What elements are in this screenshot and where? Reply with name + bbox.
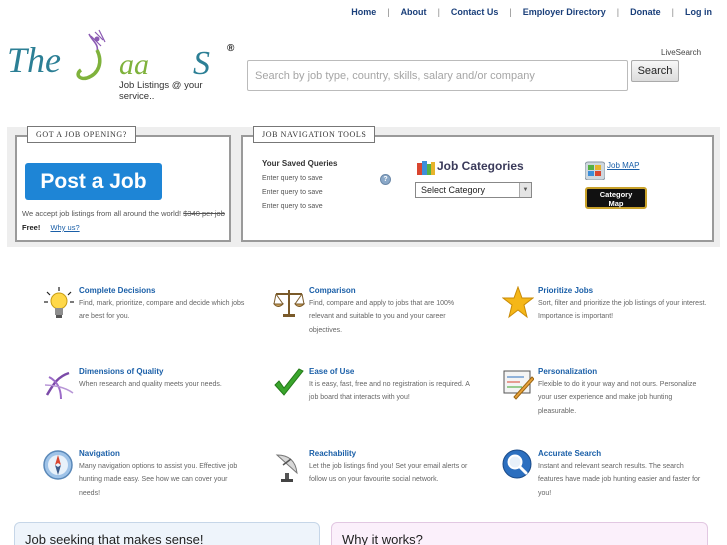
feature-description: Instant and relevant search results. The… [538, 463, 701, 497]
livesearch-label: LiveSearch [661, 48, 702, 57]
post-job-note-text: We accept job listings from all around t… [22, 209, 182, 218]
feature-description: Find, mark, prioritize, compare and deci… [79, 300, 245, 321]
nav-separator: | [616, 7, 620, 17]
feature-title: Personalization [538, 367, 598, 376]
saved-query-slot[interactable]: Enter query to save [262, 189, 323, 196]
nav-contact-link[interactable]: Contact Us [451, 7, 499, 17]
job-seeking-title: Job seeking that makes sense! [25, 532, 204, 545]
help-icon[interactable]: ? [380, 174, 391, 185]
map-icon[interactable] [585, 160, 605, 180]
feature-description: Flexible to do it your way and not ours.… [538, 381, 697, 415]
category-map-button[interactable]: Category Map [585, 187, 647, 209]
category-select[interactable]: Select Category ▼ [415, 182, 532, 198]
feature-title: Complete Decisions [79, 286, 156, 295]
svg-text:S: S [193, 45, 210, 82]
logo-tagline: Job Listings @ your service.. [119, 80, 203, 102]
nav-separator: | [509, 7, 512, 17]
compass-icon [43, 450, 73, 480]
nav-donate-link[interactable]: Donate [630, 7, 661, 17]
magnifier-icon [502, 449, 532, 479]
post-job-free-label: Free! [22, 223, 41, 232]
feature-title: Prioritize Jobs [538, 286, 594, 295]
nav-employer-directory-link[interactable]: Employer Directory [523, 7, 606, 17]
folders-icon [417, 161, 435, 175]
feature-description: It is easy, fast, free and no registrati… [309, 381, 470, 402]
star-icon [502, 286, 534, 319]
feature-title: Comparison [309, 286, 356, 295]
category-map-button-line2: Map [608, 199, 624, 208]
feature-description: Sort, filter and prioritize the job list… [538, 300, 707, 321]
feature-title: Accurate Search [538, 449, 602, 458]
why-it-works-title: Why it works? [342, 532, 423, 545]
job-navigation-tools-title: JOB NAVIGATION TOOLS [253, 126, 376, 143]
feature-title: Reachability [309, 449, 357, 458]
saved-queries-title: Your Saved Queries [262, 159, 338, 168]
job-categories-title: Job Categories [437, 159, 524, 173]
checkmark-icon [274, 368, 304, 396]
search-button[interactable]: Search [631, 60, 679, 82]
satellite-dish-icon [275, 454, 298, 482]
feature-title: Ease of Use [309, 367, 355, 376]
site-logo[interactable]: The aa S ® Job Listings @ your service.. [7, 28, 239, 102]
svg-text:aa: aa [119, 48, 149, 81]
scales-icon [273, 290, 305, 317]
why-us-link[interactable]: Why us? [50, 223, 79, 232]
nav-home-link[interactable]: Home [351, 7, 376, 17]
feature-title: Navigation [79, 449, 120, 458]
job-map-link[interactable]: Job MAP [607, 161, 639, 170]
nav-separator: | [671, 7, 674, 17]
post-job-note: We accept job listings from all around t… [22, 207, 227, 235]
pencil-board-icon [503, 370, 534, 400]
nav-about-link[interactable]: About [401, 7, 427, 17]
nav-login-link[interactable]: Log in [685, 7, 712, 17]
nav-separator: | [387, 7, 390, 17]
post-a-job-button[interactable]: Post a Job [25, 163, 162, 200]
feature-title: Dimensions of Quality [79, 367, 164, 376]
feature-description: Let the job listings find you! Set your … [309, 463, 468, 484]
feature-description: Many navigation options to assist you. E… [79, 463, 238, 497]
chevron-down-icon: ▼ [519, 183, 531, 197]
job-navigation-tools-panel: JOB NAVIGATION TOOLS Your Saved Queries … [241, 126, 714, 242]
category-map-button-line1: Category [599, 190, 633, 199]
saved-query-slot[interactable]: Enter query to save [262, 203, 323, 210]
category-select-value: Select Category [421, 185, 486, 195]
search-input[interactable] [247, 60, 628, 91]
why-it-works-box: Why it works? [331, 522, 708, 545]
lightbulb-icon [44, 287, 74, 318]
job-seeking-box: Job seeking that makes sense! [14, 522, 320, 545]
feature-description: Find, compare and apply to jobs that are… [309, 300, 455, 334]
dimensions-icon [44, 371, 74, 400]
post-job-old-price: $340 per job [183, 209, 225, 218]
svg-text:The: The [7, 40, 61, 80]
post-job-panel-title: GOT A JOB OPENING? [27, 126, 136, 143]
feature-description: When research and quality meets your nee… [79, 381, 222, 388]
saved-query-slot[interactable]: Enter query to save [262, 175, 323, 182]
nav-separator: | [437, 7, 440, 17]
post-job-panel: GOT A JOB OPENING? Post a Job We accept … [15, 126, 231, 242]
top-nav: Home | About | Contact Us | Employer Dir… [351, 7, 712, 17]
registered-mark: ® [227, 43, 235, 54]
